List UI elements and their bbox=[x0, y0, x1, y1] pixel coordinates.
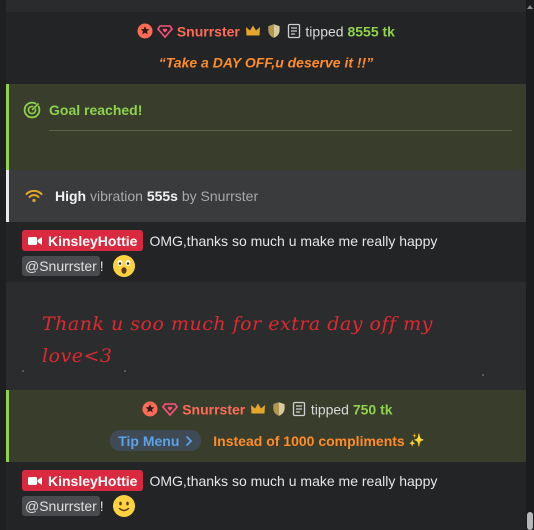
handwritten-text: Thank u soo much for extra day off my lo… bbox=[42, 313, 433, 367]
goal-label: Goal reached! bbox=[49, 102, 143, 118]
tip-message-line: “Take a DAY OFF,u deserve it !!” bbox=[6, 53, 526, 70]
crown-icon bbox=[251, 403, 266, 414]
tip-action: tipped bbox=[305, 23, 344, 40]
ink-speck bbox=[124, 370, 126, 372]
goal-divider bbox=[49, 130, 512, 131]
broadcaster-badge[interactable]: KinsleyHottie bbox=[22, 230, 144, 251]
message-line-2: @Snurrster ! bbox=[22, 494, 136, 518]
previous-message-strip bbox=[6, 0, 526, 12]
vibration-by: by bbox=[181, 188, 197, 204]
tip-amount: 8555 tk bbox=[347, 23, 395, 40]
message-text: OMG,thanks so much u make me really happ… bbox=[149, 232, 438, 249]
chat-message: KinsleyHottie OMG,thanks so much u make … bbox=[6, 222, 526, 282]
diamond-heart-icon bbox=[162, 403, 179, 417]
document-icon bbox=[292, 402, 306, 417]
vibration-username[interactable]: Snurrster bbox=[201, 188, 259, 204]
ink-speck bbox=[482, 374, 484, 376]
chevron-right-icon bbox=[186, 435, 193, 446]
broadcaster-name: KinsleyHottie bbox=[48, 472, 138, 489]
tip-event: Snurrster tipped 750 tk Tip Menu Instead… bbox=[6, 390, 526, 462]
message-line: KinsleyHottie OMG,thanks so much u make … bbox=[22, 230, 437, 251]
astonished-face-emoji bbox=[112, 255, 135, 277]
scroll-up-icon[interactable] bbox=[527, 4, 533, 10]
tip-menu-line: Tip Menu Instead of 1000 compliments ✨ bbox=[9, 430, 526, 451]
tip-username[interactable]: Snurrster bbox=[182, 401, 245, 417]
tip-amount: 750 tk bbox=[352, 401, 393, 418]
tip-event: Snurrster tipped 8555 tk “Take a DAY OFF… bbox=[6, 12, 526, 84]
message-punct: ! bbox=[99, 258, 104, 274]
tip-header: Snurrster tipped 750 tk bbox=[9, 400, 526, 417]
diamond-heart-icon bbox=[156, 25, 173, 39]
tip-username[interactable]: Snurrster bbox=[177, 23, 240, 39]
sparkle-icon: ✨ bbox=[408, 432, 425, 448]
vibration-duration: 555s bbox=[146, 188, 178, 204]
tip-message: “Take a DAY OFF,u deserve it !!” bbox=[158, 54, 374, 71]
camera-icon bbox=[28, 476, 42, 485]
ink-speck bbox=[22, 370, 24, 372]
crown-icon bbox=[245, 25, 260, 36]
document-icon bbox=[287, 24, 300, 39]
slightly-smiling-face-emoji bbox=[112, 495, 135, 517]
handwritten-message: Thank u soo much for extra day off my lo… bbox=[6, 282, 526, 390]
shield-icon bbox=[268, 24, 280, 39]
message-line-2: @Snurrster ! bbox=[22, 254, 136, 278]
tip-menu-item: Instead of 1000 compliments bbox=[213, 432, 405, 449]
vibration-event: High vibration 555s by Snurrster bbox=[6, 170, 526, 222]
user-mention[interactable]: @Snurrster bbox=[22, 496, 100, 516]
chat-message: KinsleyHottie OMG,thanks so much u make … bbox=[6, 462, 526, 530]
shield-icon bbox=[273, 402, 285, 417]
star-badge-icon bbox=[142, 401, 158, 417]
message-punct: ! bbox=[99, 498, 104, 514]
camera-icon bbox=[28, 236, 42, 245]
tip-menu-button[interactable]: Tip Menu bbox=[110, 430, 202, 451]
wifi-signal-icon bbox=[25, 189, 43, 203]
target-check-icon bbox=[23, 101, 41, 119]
vibration-level: High bbox=[55, 188, 87, 204]
tip-action: tipped bbox=[310, 401, 349, 418]
broadcaster-badge[interactable]: KinsleyHottie bbox=[22, 470, 144, 491]
message-line: KinsleyHottie OMG,thanks so much u make … bbox=[22, 470, 437, 491]
chat-scrollbar[interactable] bbox=[526, 0, 534, 530]
tip-header: Snurrster tipped 8555 tk bbox=[6, 22, 526, 39]
vibration-word: vibration bbox=[90, 188, 143, 204]
user-mention[interactable]: @Snurrster bbox=[22, 256, 100, 276]
tip-menu-label: Tip Menu bbox=[118, 432, 180, 449]
scrollbar-thumb[interactable] bbox=[527, 512, 533, 530]
goal-reached-banner: Goal reached! bbox=[6, 84, 526, 170]
star-badge-icon bbox=[137, 23, 153, 39]
message-text: OMG,thanks so much u make me really happ… bbox=[149, 472, 438, 489]
chat-feed[interactable]: Snurrster tipped 8555 tk “Take a DAY OFF… bbox=[6, 0, 526, 530]
broadcaster-name: KinsleyHottie bbox=[48, 232, 138, 249]
vibration-text: High vibration 555s by Snurrster bbox=[55, 188, 258, 204]
